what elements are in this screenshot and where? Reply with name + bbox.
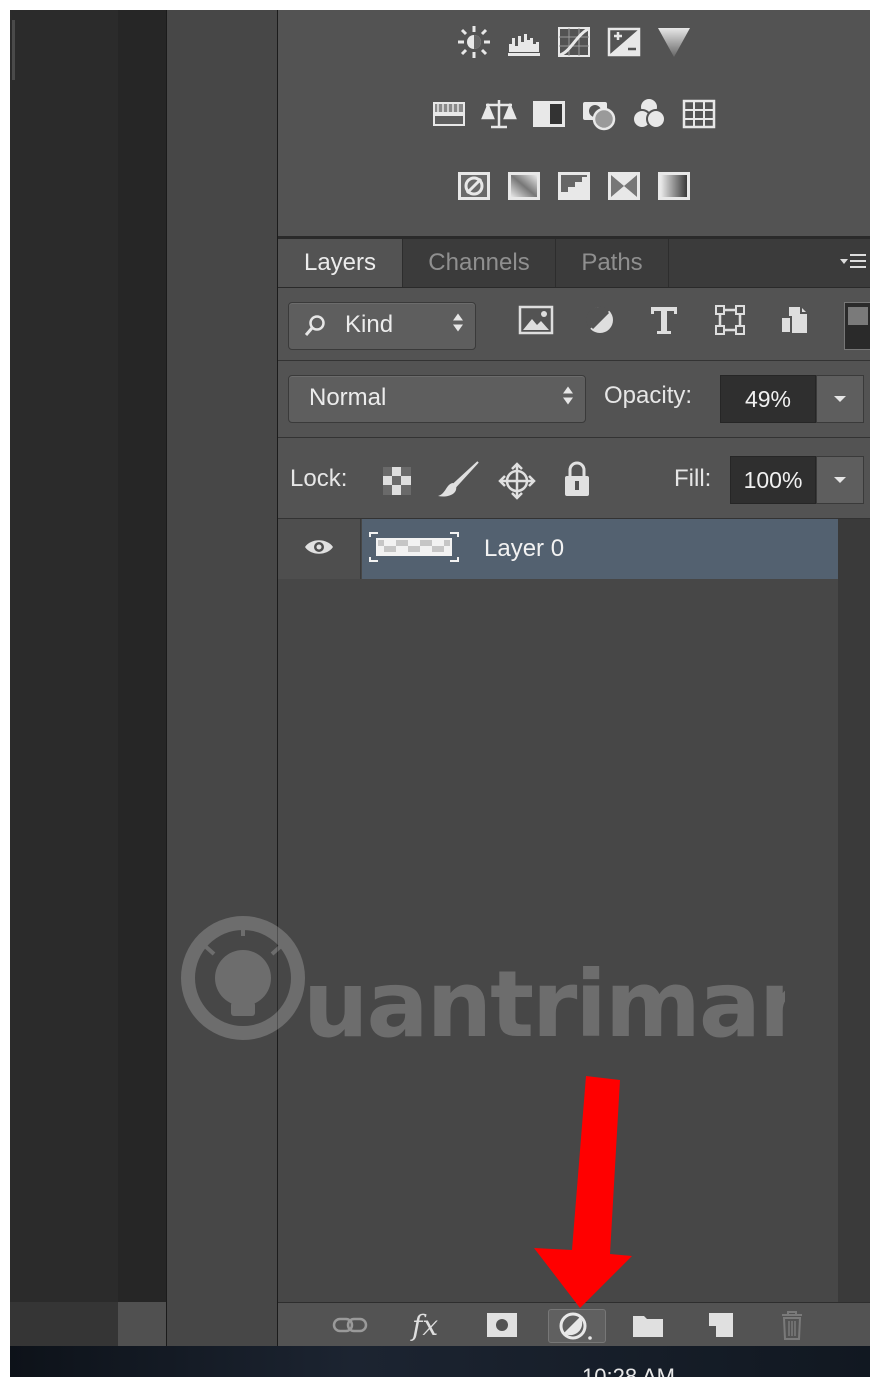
- document-area: [10, 10, 118, 1302]
- spinner-arrows-icon: [451, 312, 465, 341]
- layers-scrollbar[interactable]: [838, 519, 870, 1302]
- link-layers-icon[interactable]: [332, 1309, 368, 1341]
- fx-icon[interactable]: fx: [410, 1309, 446, 1341]
- filter-kind-label: Kind: [345, 311, 394, 338]
- photo-filter-icon[interactable]: [581, 96, 617, 132]
- blend-mode-value: Normal: [309, 384, 387, 411]
- tab-channels[interactable]: Channels: [403, 239, 556, 287]
- levels-icon[interactable]: [506, 24, 542, 60]
- filter-row: Kind: [278, 288, 870, 361]
- type-filter-icon[interactable]: [646, 302, 682, 338]
- tab-paths[interactable]: Paths: [556, 239, 669, 287]
- watermark: uantrimang: [175, 910, 870, 1070]
- opacity-label: Opacity:: [604, 382, 693, 409]
- lock-label: Lock:: [290, 465, 348, 492]
- black-white-icon[interactable]: [531, 96, 567, 132]
- layer-row[interactable]: Layer 0: [278, 519, 838, 579]
- opacity-dropdown-button[interactable]: [816, 375, 864, 423]
- lock-transparent-pixels-icon[interactable]: [382, 466, 412, 501]
- invert-icon[interactable]: [456, 168, 492, 204]
- color-balance-icon[interactable]: [481, 96, 517, 132]
- layer-mask-icon[interactable]: [484, 1309, 520, 1341]
- gradient-map-icon[interactable]: [656, 168, 692, 204]
- brightness-contrast-icon[interactable]: [456, 24, 492, 60]
- selective-color-icon[interactable]: [606, 168, 642, 204]
- fill-dropdown-button[interactable]: [816, 456, 864, 504]
- posterize-icon[interactable]: [506, 168, 542, 204]
- layer-name: Layer 0: [484, 535, 565, 562]
- annotation-arrow: [528, 1074, 632, 1310]
- chevron-down-icon: [834, 477, 846, 483]
- status-segment: [118, 1302, 166, 1346]
- tab-layers[interactable]: Layers: [278, 239, 403, 287]
- exposure-icon[interactable]: [606, 24, 642, 60]
- blend-mode-select[interactable]: Normal: [288, 375, 586, 423]
- layer-selection-highlight[interactable]: Layer 0: [362, 519, 838, 579]
- smart-object-filter-icon[interactable]: [776, 302, 812, 338]
- threshold-icon[interactable]: [556, 168, 592, 204]
- taskbar: 10:28 AM: [10, 1346, 870, 1377]
- opacity-field[interactable]: 49%: [720, 375, 816, 423]
- lock-all-padlock-icon[interactable]: [562, 460, 592, 503]
- lock-row: Lock: Fill: 100%: [278, 438, 870, 519]
- adjustment-filter-icon[interactable]: [582, 302, 618, 338]
- app-window: Layers Channels Paths Kind Normal Opacit…: [10, 10, 870, 1377]
- filter-toggle-switch[interactable]: [844, 302, 870, 350]
- new-adjustment-layer-icon[interactable]: [548, 1309, 606, 1343]
- curves-icon[interactable]: [556, 24, 592, 60]
- status-bar: [10, 1302, 166, 1346]
- watermark-text: uantrimang: [303, 951, 785, 1058]
- delete-layer-icon[interactable]: [774, 1309, 810, 1341]
- adjustments-row-2: [278, 96, 870, 132]
- lock-image-pixels-brush-icon[interactable]: [436, 460, 480, 505]
- adjustments-panel: [278, 10, 870, 239]
- color-lookup-icon[interactable]: [681, 96, 717, 132]
- collapsed-panel-dock: [166, 10, 278, 1346]
- blend-row: Normal Opacity: 49%: [278, 361, 870, 438]
- document-edge: [118, 10, 166, 1302]
- vibrance-icon[interactable]: [656, 24, 692, 60]
- lock-position-move-icon[interactable]: [498, 462, 536, 505]
- shape-filter-icon[interactable]: [712, 302, 748, 338]
- pixel-filter-icon[interactable]: [518, 302, 554, 338]
- channel-mixer-icon[interactable]: [631, 96, 667, 132]
- adjustments-row-1: [278, 24, 870, 60]
- panel-menu-icon[interactable]: [840, 251, 866, 275]
- filter-kind-select[interactable]: Kind: [288, 302, 476, 350]
- search-icon: [303, 314, 327, 345]
- chevron-down-icon: [834, 396, 846, 402]
- taskbar-clock: 10:28 AM: [582, 1364, 675, 1377]
- adjustments-row-3: [278, 168, 870, 204]
- svg-text:fx: fx: [410, 1309, 438, 1341]
- spinner-arrows-icon: [561, 385, 575, 414]
- layer-thumbnail: [368, 531, 460, 563]
- fill-label: Fill:: [674, 465, 712, 492]
- panel-tabs: Layers Channels Paths: [278, 239, 870, 288]
- eye-icon: [303, 537, 335, 562]
- new-group-icon[interactable]: [630, 1309, 666, 1341]
- hue-saturation-icon[interactable]: [431, 96, 467, 132]
- layer-visibility-toggle[interactable]: [278, 519, 361, 579]
- fill-field[interactable]: 100%: [730, 456, 816, 504]
- new-layer-icon[interactable]: [702, 1309, 738, 1341]
- scroll-marker: [12, 20, 15, 80]
